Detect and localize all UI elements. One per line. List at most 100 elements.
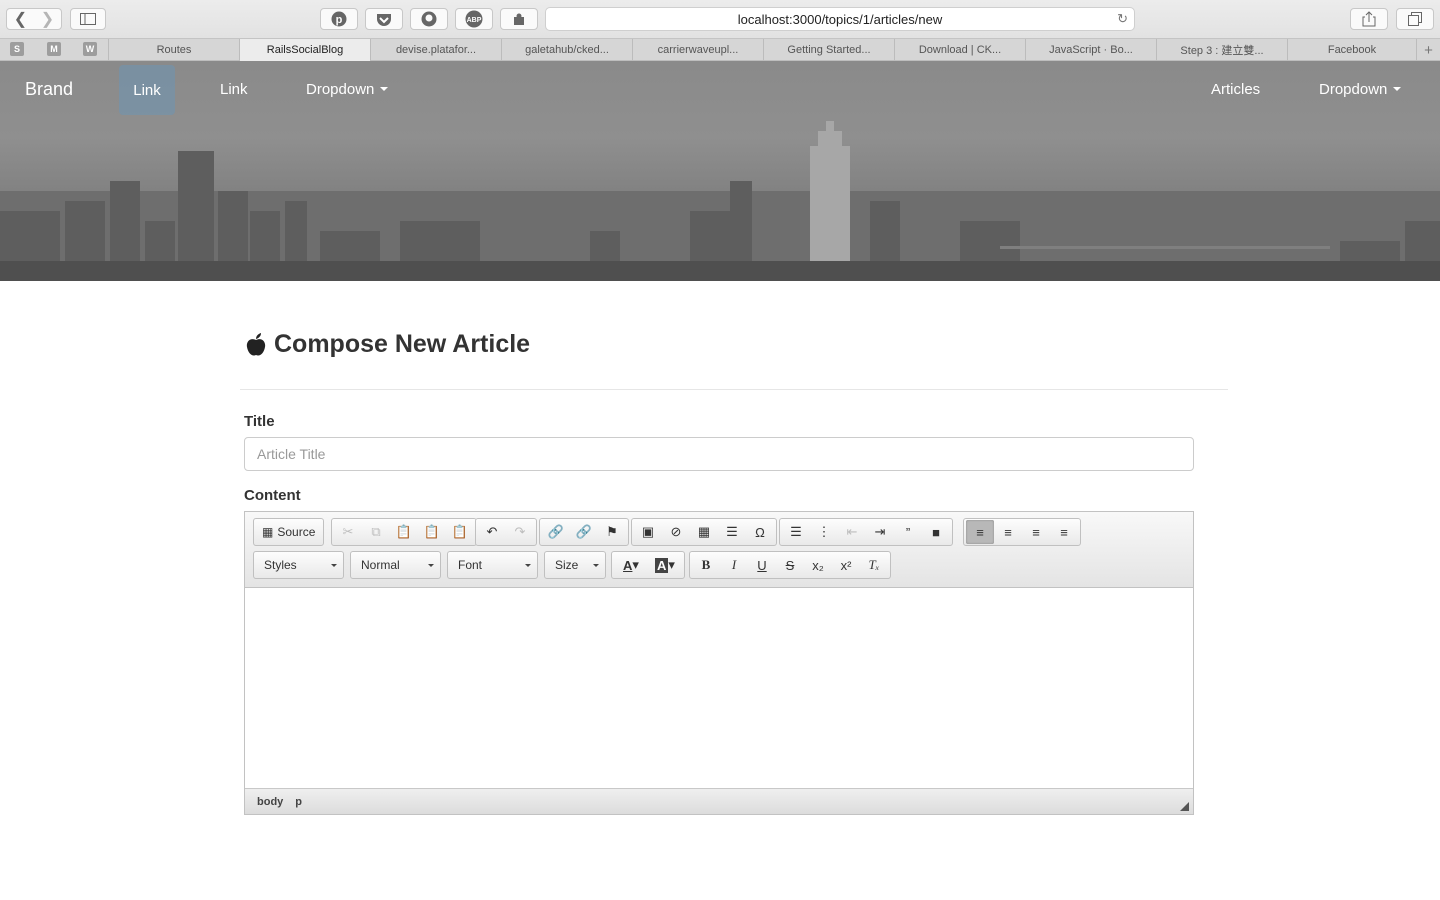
- element-path-body[interactable]: body: [257, 796, 283, 808]
- bold-icon[interactable]: B: [692, 553, 720, 577]
- tab-galetahub[interactable]: galetahub/cked...: [501, 39, 632, 61]
- navbar-brand[interactable]: Brand: [25, 61, 73, 117]
- align-center-icon[interactable]: ≡: [994, 520, 1022, 544]
- unlink-icon[interactable]: 🔗: [570, 520, 598, 544]
- paste-word-icon[interactable]: 📋: [446, 520, 474, 544]
- align-left-icon[interactable]: ≡: [966, 520, 994, 544]
- bookmark-m-icon[interactable]: M: [47, 42, 61, 56]
- format-dropdown-label: Normal: [361, 558, 400, 572]
- pinterest-icon: p: [331, 11, 347, 27]
- undo-group: ↶ ↷: [475, 518, 537, 546]
- nav-link-articles[interactable]: Articles: [1211, 61, 1260, 117]
- editor-content-area[interactable]: [245, 588, 1193, 788]
- tab-javascript[interactable]: JavaScript · Bo...: [1025, 39, 1156, 61]
- font-dropdown-label: Font: [458, 558, 483, 572]
- bulleted-list-icon[interactable]: ⋮: [810, 520, 838, 544]
- subscript-icon[interactable]: x₂: [804, 553, 832, 577]
- paste-text-icon[interactable]: 📋: [418, 520, 446, 544]
- content-label: Content: [244, 487, 301, 504]
- forward-icon[interactable]: ❯: [34, 9, 61, 29]
- italic-icon[interactable]: I: [720, 553, 748, 577]
- tab-railssocialblog[interactable]: RailsSocialBlog: [239, 39, 370, 61]
- superscript-icon[interactable]: x²: [832, 553, 860, 577]
- outdent-icon[interactable]: ⇤: [838, 520, 866, 544]
- pocket-extension-button[interactable]: [365, 8, 403, 30]
- github-extension-button[interactable]: [410, 8, 448, 30]
- tabs-icon: [1408, 12, 1422, 26]
- tab-download-ck[interactable]: Download | CK...: [894, 39, 1025, 61]
- size-dropdown[interactable]: Size: [544, 551, 606, 579]
- pinterest-extension-button[interactable]: p: [320, 8, 358, 30]
- nav-link[interactable]: Link: [220, 61, 248, 117]
- rich-text-editor: ▦ Source ✂ ⧉ 📋 📋 📋 ↶ ↷ 🔗 🔗 ⚑ ▣ ⊘ ▦ ☰ Ω ☰…: [244, 511, 1194, 815]
- blockquote-icon[interactable]: ”: [894, 520, 922, 544]
- image-icon[interactable]: ▣: [634, 520, 662, 544]
- basic-style-group: B I U S x₂ x² Tₓ: [689, 551, 891, 579]
- tab-devise[interactable]: devise.platafor...: [370, 39, 501, 61]
- back-icon[interactable]: ❮: [7, 9, 34, 29]
- cut-icon[interactable]: ✂: [334, 520, 362, 544]
- editor-status-bar: body p: [245, 788, 1193, 814]
- strikethrough-icon[interactable]: S: [776, 553, 804, 577]
- underline-icon[interactable]: U: [748, 553, 776, 577]
- source-button[interactable]: ▦ Source: [256, 525, 321, 539]
- link-group: 🔗 🔗 ⚑: [539, 518, 629, 546]
- table-icon[interactable]: ▦: [690, 520, 718, 544]
- address-bar[interactable]: localhost:3000/topics/1/articles/new ↻: [545, 7, 1135, 31]
- url-text: localhost:3000/topics/1/articles/new: [737, 11, 943, 27]
- special-char-icon[interactable]: Ω: [746, 520, 774, 544]
- flash-icon[interactable]: ⊘: [662, 520, 690, 544]
- caret-down-icon: [1393, 87, 1402, 91]
- share-button[interactable]: [1350, 8, 1388, 30]
- align-justify-icon[interactable]: ≡: [1050, 520, 1078, 544]
- tab-carrierwave[interactable]: carrierwaveupl...: [632, 39, 763, 61]
- horizontal-rule-icon[interactable]: ☰: [718, 520, 746, 544]
- source-group: ▦ Source: [253, 518, 325, 546]
- nav-dropdown-label: Dropdown: [1319, 80, 1388, 98]
- format-dropdown[interactable]: Normal: [350, 551, 441, 579]
- bookmark-w-icon[interactable]: W: [83, 42, 97, 56]
- tab-facebook[interactable]: Facebook: [1287, 39, 1416, 61]
- tab-step3[interactable]: Step 3 : 建立雙...: [1156, 39, 1287, 61]
- redo-icon[interactable]: ↷: [506, 520, 534, 544]
- resize-handle-icon[interactable]: [1180, 802, 1189, 811]
- dropdown-arrow-icon: [428, 564, 434, 567]
- align-right-icon[interactable]: ≡: [1022, 520, 1050, 544]
- apple-icon: [246, 332, 266, 356]
- link-icon[interactable]: 🔗: [542, 520, 570, 544]
- insert-group: ▣ ⊘ ▦ ☰ Ω: [631, 518, 777, 546]
- indent-icon[interactable]: ⇥: [866, 520, 894, 544]
- sidebar-toggle-button[interactable]: [70, 8, 106, 30]
- styles-dropdown[interactable]: Styles: [253, 551, 344, 579]
- anchor-flag-icon[interactable]: ⚑: [598, 520, 626, 544]
- copy-icon[interactable]: ⧉: [362, 520, 390, 544]
- extension-button[interactable]: [500, 8, 538, 30]
- caret-down-icon: [380, 87, 389, 91]
- nav-link-active[interactable]: Link: [119, 65, 175, 115]
- element-path-p[interactable]: p: [295, 796, 302, 808]
- adblock-icon: ABP: [465, 10, 483, 28]
- dropdown-arrow-icon: [331, 564, 337, 567]
- tab-getting-started[interactable]: Getting Started...: [763, 39, 894, 61]
- tab-routes[interactable]: Routes: [108, 39, 239, 61]
- div-container-icon[interactable]: ■: [922, 520, 950, 544]
- remove-format-icon[interactable]: Tₓ: [860, 553, 888, 577]
- editor-toolbar: ▦ Source ✂ ⧉ 📋 📋 📋 ↶ ↷ 🔗 🔗 ⚑ ▣ ⊘ ▦ ☰ Ω ☰…: [245, 512, 1193, 588]
- font-dropdown[interactable]: Font: [447, 551, 538, 579]
- text-color-icon[interactable]: A ▾: [614, 553, 648, 577]
- nav-dropdown-left[interactable]: Dropdown: [306, 61, 389, 117]
- article-title-input[interactable]: [244, 437, 1194, 471]
- source-button-label: Source: [277, 525, 316, 539]
- tabs-overview-button[interactable]: [1396, 8, 1434, 30]
- paste-icon[interactable]: 📋: [390, 520, 418, 544]
- adblock-extension-button[interactable]: ABP: [455, 8, 493, 30]
- numbered-list-icon[interactable]: ☰: [782, 520, 810, 544]
- nav-dropdown-right[interactable]: Dropdown: [1319, 61, 1402, 117]
- new-tab-icon[interactable]: +: [1416, 39, 1440, 61]
- bookmark-s-icon[interactable]: S: [10, 42, 24, 56]
- title-label: Title: [244, 413, 275, 430]
- color-group: A ▾ A ▾: [611, 551, 685, 579]
- background-color-icon[interactable]: A ▾: [648, 553, 682, 577]
- undo-icon[interactable]: ↶: [478, 520, 506, 544]
- reload-icon[interactable]: ↻: [1117, 11, 1128, 27]
